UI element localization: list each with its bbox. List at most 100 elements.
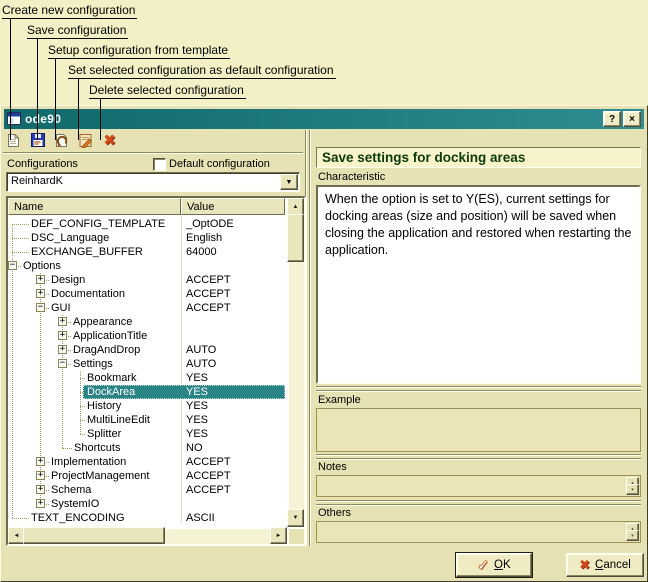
ok-button[interactable]: ✓ OK bbox=[456, 553, 532, 577]
tree-row-value: ACCEPT bbox=[186, 469, 231, 483]
tree-row-name[interactable]: GUI bbox=[51, 301, 71, 315]
scroll-right-icon: ► bbox=[276, 533, 282, 539]
expand-icon[interactable]: + bbox=[58, 345, 67, 354]
others-box[interactable]: ▴ ▾ bbox=[316, 521, 641, 543]
tree-row-name[interactable]: DSC_Language bbox=[31, 231, 109, 245]
tree-row-name[interactable]: ProjectManagement bbox=[51, 469, 149, 483]
setup-configuration-from-template-button[interactable] bbox=[54, 132, 69, 148]
new-configuration-button[interactable] bbox=[6, 132, 21, 148]
tree-row-name[interactable]: Appearance bbox=[73, 315, 132, 329]
tree-header-value[interactable]: Value bbox=[181, 198, 285, 215]
cancel-button[interactable]: ✖ Cancel bbox=[566, 553, 644, 577]
tree-row[interactable]: + SystemIO bbox=[8, 497, 285, 511]
tree-row[interactable]: +SchemaACCEPT bbox=[8, 483, 285, 497]
configuration-dropdown[interactable]: ReinhardK ▼ bbox=[6, 172, 300, 192]
others-label: Others bbox=[318, 507, 351, 519]
tree-row[interactable]: −SettingsAUTO bbox=[8, 357, 285, 371]
tree-row[interactable]: + Appearance bbox=[8, 315, 285, 329]
annotation-connector-line bbox=[78, 78, 79, 140]
expand-icon[interactable]: + bbox=[36, 471, 45, 480]
tree-row-name[interactable]: Design bbox=[51, 273, 85, 287]
option-title-header: Save settings for docking areas bbox=[316, 147, 641, 168]
horizontal-scrollbar-thumb[interactable] bbox=[23, 527, 165, 544]
vertical-scrollbar-thumb[interactable] bbox=[287, 214, 304, 262]
notes-spinner-down[interactable]: ▾ bbox=[626, 484, 639, 495]
tree-header-name[interactable]: Name bbox=[8, 198, 181, 215]
tree-row-name[interactable]: Schema bbox=[51, 483, 91, 497]
tree-row-value: YES bbox=[186, 413, 208, 427]
tree-row[interactable]: ShortcutsNO bbox=[8, 441, 285, 455]
set-default-configuration-button[interactable] bbox=[78, 132, 93, 148]
callout-create-new-configuration: Create new configuration bbox=[2, 3, 137, 19]
template-curved-arrow-icon bbox=[55, 133, 69, 148]
expand-icon[interactable]: + bbox=[58, 331, 67, 340]
scroll-down-button[interactable]: ▼ bbox=[287, 509, 304, 527]
tree-row[interactable]: SplitterYES bbox=[8, 427, 285, 441]
cancel-x-icon: ✖ bbox=[579, 557, 590, 573]
tree-row-value: ACCEPT bbox=[186, 301, 231, 315]
expand-icon[interactable]: + bbox=[36, 275, 45, 284]
others-spinner-down[interactable]: ▾ bbox=[626, 530, 639, 541]
tree-row[interactable]: DockAreaYES bbox=[8, 385, 285, 399]
scrollbar-corner bbox=[289, 529, 304, 544]
tree-row-name[interactable]: TEXT_ENCODING bbox=[31, 511, 125, 525]
tree-row[interactable]: −GUI ACCEPT bbox=[8, 301, 285, 315]
expand-icon[interactable]: + bbox=[36, 289, 45, 298]
expand-icon[interactable]: + bbox=[36, 457, 45, 466]
tree-connector bbox=[12, 238, 29, 239]
tree-row-name[interactable]: ApplicationTitle bbox=[73, 329, 147, 343]
tree-row-name[interactable]: DockArea bbox=[87, 385, 135, 399]
tree-row-name[interactable]: Implementation bbox=[51, 455, 126, 469]
tree-row[interactable]: DEF_CONFIG_TEMPLATE_OptODE bbox=[8, 217, 285, 231]
tree-row[interactable]: BookmarkYES bbox=[8, 371, 285, 385]
tree-row-name[interactable]: EXCHANGE_BUFFER bbox=[31, 245, 143, 259]
tree-row[interactable]: HistoryYES bbox=[8, 399, 285, 413]
section-divider bbox=[316, 386, 641, 388]
expand-icon[interactable]: + bbox=[36, 485, 45, 494]
tree-row[interactable]: + ApplicationTitle bbox=[8, 329, 285, 343]
close-button[interactable]: × bbox=[623, 111, 641, 127]
dropdown-arrow-button[interactable]: ▼ bbox=[280, 174, 298, 190]
notes-box[interactable]: ▴ ▾ bbox=[316, 475, 641, 497]
tree-row[interactable]: +DragAndDropAUTO bbox=[8, 343, 285, 357]
scroll-left-icon: ◄ bbox=[14, 533, 20, 539]
tree-row-name[interactable]: Documentation bbox=[51, 287, 125, 301]
tree-row-value: 64000 bbox=[186, 245, 217, 259]
tree-row-value: ACCEPT bbox=[186, 287, 231, 301]
tree-row[interactable]: EXCHANGE_BUFFER 64000 bbox=[8, 245, 285, 259]
tree-row-name[interactable]: Options bbox=[23, 259, 61, 273]
tree-row-name[interactable]: History bbox=[87, 399, 121, 413]
tree-row[interactable]: TEXT_ENCODINGASCII bbox=[8, 511, 285, 525]
delete-configuration-button[interactable]: ✖ bbox=[102, 132, 117, 148]
tree-row-name[interactable]: SystemIO bbox=[51, 497, 99, 511]
default-configuration-checkbox[interactable] bbox=[153, 158, 166, 171]
scroll-up-icon: ▲ bbox=[293, 204, 299, 210]
tree-row[interactable]: DSC_LanguageEnglish bbox=[8, 231, 285, 245]
help-button[interactable]: ? bbox=[603, 111, 621, 127]
expand-icon[interactable]: + bbox=[58, 317, 67, 326]
delete-x-icon: ✖ bbox=[103, 131, 116, 149]
tree-row[interactable]: + ProjectManagement ACCEPT bbox=[8, 469, 285, 483]
tree-row-name[interactable]: DragAndDrop bbox=[73, 343, 140, 357]
tree-row[interactable]: + Implementation ACCEPT bbox=[8, 455, 285, 469]
tree-row-name[interactable]: Bookmark bbox=[87, 371, 137, 385]
scroll-right-button[interactable]: ► bbox=[270, 527, 287, 544]
tree-row-name[interactable]: MultiLineEdit bbox=[87, 413, 150, 427]
tree-row-name[interactable]: Shortcuts bbox=[74, 441, 120, 455]
tree-row-name[interactable]: DEF_CONFIG_TEMPLATE bbox=[31, 217, 165, 231]
collapse-icon[interactable]: − bbox=[58, 359, 67, 368]
tree-row[interactable]: −Options bbox=[8, 259, 285, 273]
tree-row-name[interactable]: Settings bbox=[73, 357, 113, 371]
expand-icon[interactable]: + bbox=[36, 499, 45, 508]
collapse-icon[interactable]: − bbox=[36, 303, 45, 312]
collapse-icon[interactable]: − bbox=[8, 261, 17, 270]
tree-rail bbox=[80, 371, 81, 434]
tree-row[interactable]: + Design ACCEPT bbox=[8, 273, 285, 287]
panel-splitter[interactable] bbox=[309, 130, 311, 546]
tree-row-value: ACCEPT bbox=[186, 273, 231, 287]
callout-delete-selected-configuration: Delete selected configuration bbox=[89, 83, 246, 99]
tree-row-name[interactable]: Splitter bbox=[87, 427, 121, 441]
tree-row-value: ACCEPT bbox=[186, 455, 231, 469]
tree-row[interactable]: + Documentation ACCEPT bbox=[8, 287, 285, 301]
tree-row[interactable]: MultiLineEdit YES bbox=[8, 413, 285, 427]
